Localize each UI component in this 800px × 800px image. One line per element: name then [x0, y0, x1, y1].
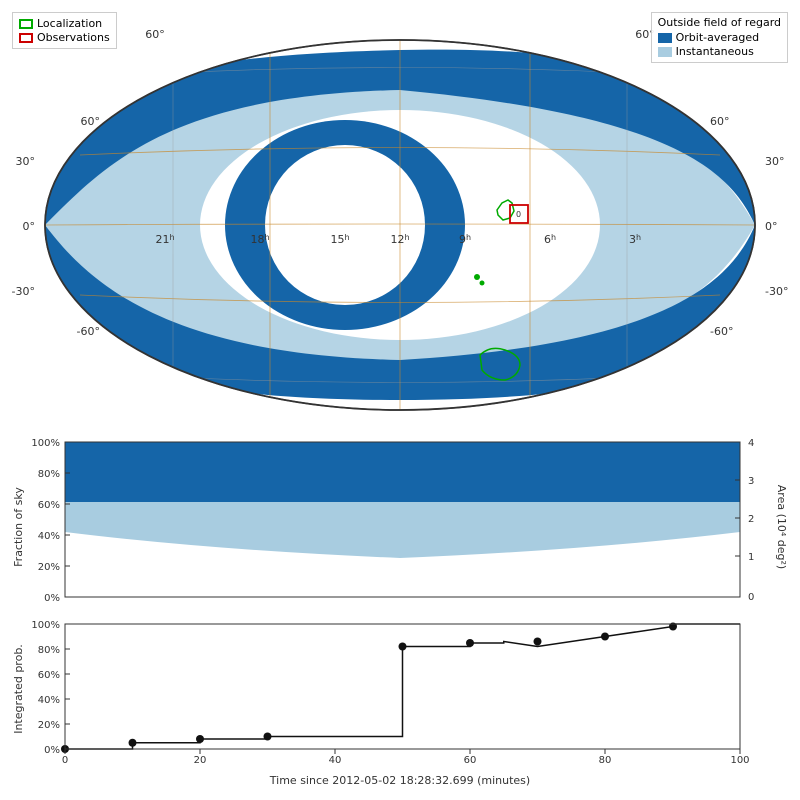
- svg-text:0°: 0°: [23, 220, 36, 233]
- svg-text:-30°: -30°: [765, 285, 788, 298]
- svg-text:80: 80: [599, 755, 612, 766]
- x-axis-title: Time since 2012-05-02 18:28:32.699 (minu…: [269, 774, 530, 787]
- observations-label: Observations: [37, 31, 110, 44]
- svg-text:100: 100: [730, 755, 749, 766]
- instantaneous-icon: [658, 47, 672, 57]
- skymap-svg: 0 60° 60° 30° 0° -30° 60° -60° 30° 0° -3…: [10, 10, 790, 430]
- svg-text:20%: 20%: [38, 720, 60, 731]
- svg-text:-60°: -60°: [710, 325, 733, 338]
- orbit-averaged-label: Orbit-averaged: [676, 31, 760, 44]
- legend-instantaneous: Instantaneous: [658, 45, 781, 58]
- main-container: Localization Observations Outside field …: [0, 0, 800, 800]
- fraction-chart: 100% 80% 60% 40% 20% 0% Fraction of sky …: [10, 432, 790, 617]
- legend-orbit-averaged: Orbit-averaged: [658, 31, 781, 44]
- legend-left: Localization Observations: [12, 12, 117, 49]
- svg-text:1: 1: [748, 552, 754, 563]
- instantaneous-label: Instantaneous: [676, 45, 754, 58]
- svg-text:100%: 100%: [31, 438, 60, 449]
- svg-text:-60°: -60°: [77, 325, 100, 338]
- svg-text:0: 0: [62, 755, 68, 766]
- svg-text:20%: 20%: [38, 562, 60, 573]
- svg-text:4: 4: [748, 438, 754, 449]
- svg-text:30°: 30°: [765, 155, 785, 168]
- svg-text:0°: 0°: [765, 220, 778, 233]
- svg-text:40%: 40%: [38, 531, 60, 542]
- svg-text:Fraction of sky: Fraction of sky: [12, 487, 25, 567]
- svg-text:20: 20: [194, 755, 207, 766]
- svg-text:Integrated prob.: Integrated prob.: [12, 644, 25, 734]
- svg-text:3: 3: [748, 476, 754, 487]
- integrated-section: 100% 80% 60% 40% 20% 0% Integrated prob.…: [10, 619, 790, 794]
- svg-text:80%: 80%: [38, 469, 60, 480]
- svg-text:60: 60: [464, 755, 477, 766]
- localization-icon: [19, 19, 33, 29]
- legend-right: Outside field of regard Orbit-averaged I…: [651, 12, 788, 63]
- svg-text:0: 0: [516, 210, 521, 219]
- svg-text:60°: 60°: [145, 28, 165, 41]
- svg-text:0%: 0%: [44, 745, 60, 756]
- svg-text:30°: 30°: [16, 155, 36, 168]
- svg-text:Area (10⁴ deg²): Area (10⁴ deg²): [775, 485, 788, 569]
- legend-localization: Localization: [19, 17, 110, 30]
- legend-right-title: Outside field of regard: [658, 16, 781, 29]
- fraction-section: 100% 80% 60% 40% 20% 0% Fraction of sky …: [10, 432, 790, 617]
- svg-text:40: 40: [329, 755, 342, 766]
- svg-text:2: 2: [748, 514, 754, 525]
- svg-text:60°: 60°: [81, 115, 101, 128]
- svg-text:100%: 100%: [31, 620, 60, 631]
- localization-label: Localization: [37, 17, 102, 30]
- svg-text:-30°: -30°: [12, 285, 35, 298]
- svg-text:0%: 0%: [44, 593, 60, 604]
- integrated-chart: 100% 80% 60% 40% 20% 0% Integrated prob.…: [10, 619, 790, 794]
- svg-text:40%: 40%: [38, 695, 60, 706]
- svg-text:60%: 60%: [38, 500, 60, 511]
- svg-text:0: 0: [748, 592, 754, 603]
- skymap-section: Localization Observations Outside field …: [10, 10, 790, 430]
- svg-text:60%: 60%: [38, 670, 60, 681]
- orbit-averaged-icon: [658, 33, 672, 43]
- observations-icon: [19, 33, 33, 43]
- svg-text:60°: 60°: [710, 115, 730, 128]
- svg-text:80%: 80%: [38, 645, 60, 656]
- legend-observations: Observations: [19, 31, 110, 44]
